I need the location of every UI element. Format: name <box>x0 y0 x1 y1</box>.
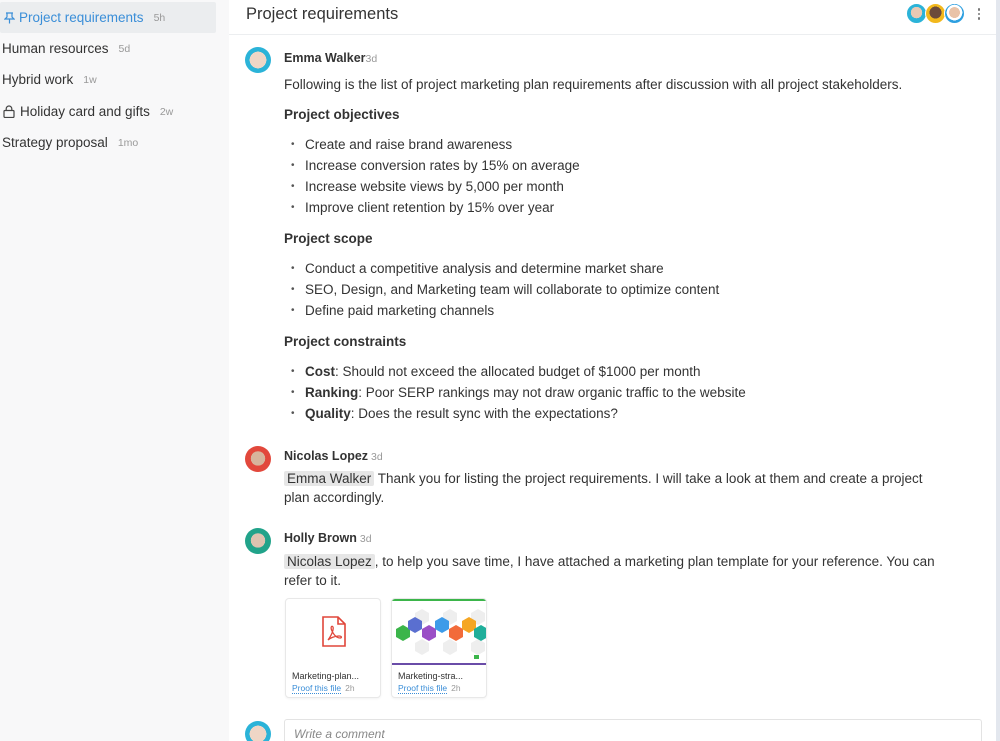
list-item: Create and raise brand awareness <box>284 134 964 155</box>
message-author: Holly Brown 3d <box>284 531 372 545</box>
message-author: Nicolas Lopez 3d <box>284 449 383 463</box>
avatar[interactable] <box>245 47 271 73</box>
section: Project objectives <box>284 105 964 124</box>
mention[interactable]: Emma Walker <box>284 471 375 486</box>
lock-icon <box>2 105 16 119</box>
sidebar-item-label: Strategy proposal <box>2 135 108 150</box>
sidebar-item-holiday-card[interactable]: Holiday card and gifts 2w <box>0 96 216 127</box>
sidebar-item-age: 5d <box>118 42 131 55</box>
avatar[interactable] <box>245 528 271 554</box>
sidebar-item-age: 5h <box>153 11 166 24</box>
sidebar-item-label: Hybrid work <box>2 72 74 87</box>
section-heading: Project scope <box>284 231 373 246</box>
list-item: Increase conversion rates by 15% on aver… <box>284 155 964 176</box>
sidebar: Project requirements 5h Human resources … <box>0 0 229 741</box>
pin-icon <box>2 11 16 25</box>
attachment-thumbnail <box>392 599 486 665</box>
section: Project scope <box>284 229 964 248</box>
section-heading: Project constraints <box>284 334 407 349</box>
attachment-age: 2h <box>451 683 461 693</box>
conversation-panel: Project requirements Emma Walker3d Follo… <box>229 0 996 741</box>
message-time: 3d <box>371 451 383 463</box>
avatar[interactable] <box>906 3 927 24</box>
sidebar-item-human-resources[interactable]: Human resources 5d <box>0 33 216 64</box>
sidebar-item-label: Human resources <box>2 41 109 56</box>
message-body: Nicolas Lopez, to help you save time, I … <box>284 554 935 588</box>
list-item: Ranking: Poor SERP rankings may not draw… <box>284 382 964 403</box>
sidebar-item-age: 1w <box>83 73 97 86</box>
avatar[interactable] <box>245 446 271 472</box>
attachment-age: 2h <box>345 683 355 693</box>
attachment-thumbnail <box>286 599 380 665</box>
sidebar-item-strategy-proposal[interactable]: Strategy proposal 1mo <box>0 127 216 158</box>
attachment-name: Marketing-plan... <box>292 671 360 681</box>
message-time: 3d <box>359 533 372 545</box>
message-time: 3d <box>365 53 378 65</box>
image-thumbnail-icon <box>392 599 486 665</box>
page-title: Project requirements <box>246 5 399 23</box>
message-body: Following is the list of project marketi… <box>284 75 964 94</box>
list-item: Conduct a competitive analysis and deter… <box>284 258 964 279</box>
mention[interactable]: Nicolas Lopez <box>284 554 375 569</box>
proof-file-link[interactable]: Proof this file <box>398 683 448 694</box>
list-item: Define paid marketing channels <box>284 300 964 321</box>
sidebar-item-hybrid-work[interactable]: Hybrid work 1w <box>0 64 216 95</box>
current-user-avatar <box>245 721 271 741</box>
constraints-list: Cost: Should not exceed the allocated bu… <box>284 361 964 424</box>
sidebar-item-label: Holiday card and gifts <box>20 104 150 119</box>
list-item: Improve client retention by 15% over yea… <box>284 197 964 218</box>
sidebar-item-age: 2w <box>159 105 174 118</box>
attachment-card[interactable]: Marketing-stra... Proof this file 2h <box>391 598 487 698</box>
list-item: SEO, Design, and Marketing team will col… <box>284 279 964 300</box>
pdf-icon <box>322 616 346 647</box>
section: Project constraints <box>284 332 964 351</box>
comment-composer <box>229 713 996 741</box>
message-body: Emma Walker Thank you for listing the pr… <box>284 471 923 505</box>
list-item: Quality: Does the result sync with the e… <box>284 403 964 424</box>
conversation-header: Project requirements <box>229 0 996 35</box>
more-options-icon[interactable] <box>974 6 984 22</box>
scrollbar[interactable] <box>996 0 1000 741</box>
attachment-card[interactable]: Marketing-plan... Proof this file 2h <box>285 598 381 698</box>
list-item: Cost: Should not exceed the allocated bu… <box>284 361 964 382</box>
comment-input[interactable] <box>284 719 982 741</box>
list-item: Increase website views by 5,000 per mont… <box>284 176 964 197</box>
sidebar-item-label: Project requirements <box>19 10 144 25</box>
avatar[interactable] <box>925 3 946 24</box>
message-author: Emma Walker3d <box>284 51 378 65</box>
message-intro: Following is the list of project marketi… <box>284 77 903 92</box>
sidebar-item-age: 1mo <box>117 136 139 149</box>
scope-list: Conduct a competitive analysis and deter… <box>284 258 964 321</box>
participant-avatars[interactable] <box>906 3 965 24</box>
proof-file-link[interactable]: Proof this file <box>292 683 342 694</box>
sidebar-item-project-requirements[interactable]: Project requirements 5h <box>0 2 216 33</box>
section-heading: Project objectives <box>284 107 400 122</box>
attachment-name: Marketing-stra... <box>398 671 464 681</box>
avatar[interactable] <box>944 3 965 24</box>
objectives-list: Create and raise brand awareness Increas… <box>284 134 964 218</box>
